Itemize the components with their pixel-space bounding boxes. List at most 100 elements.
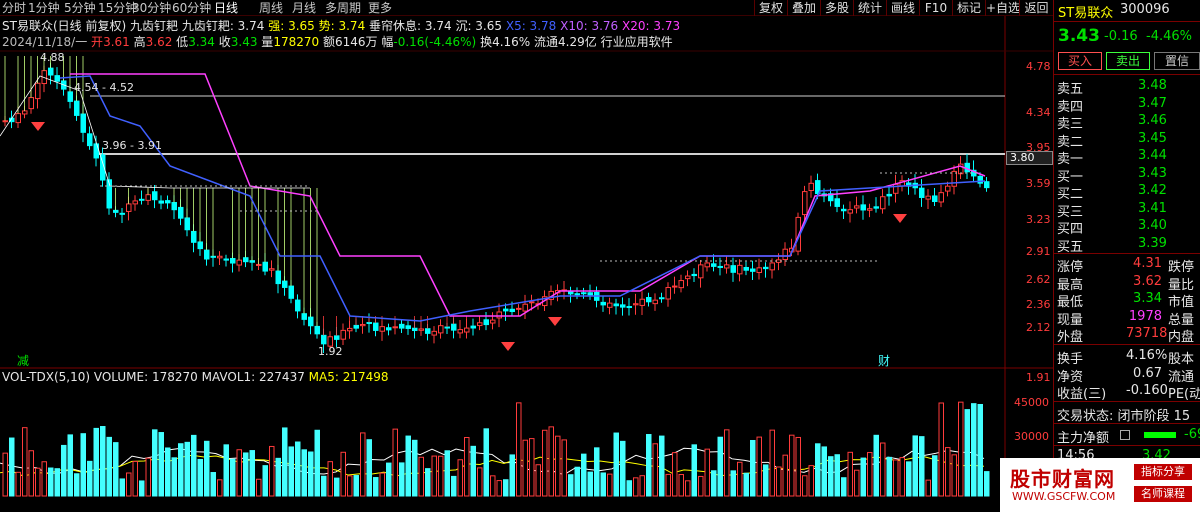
toolbar-button[interactable]: 统计 — [853, 0, 886, 16]
fin-value: 0.67 — [1133, 365, 1162, 381]
stat-value: 3.62 — [1133, 273, 1162, 289]
other-order-button[interactable]: 置信 — [1154, 52, 1200, 70]
volume-bar — [860, 457, 866, 497]
period-tab[interactable]: 60分钟 — [172, 0, 211, 16]
status-value: 垂帘休息: 3.74 — [369, 19, 452, 33]
industry: 行业应用软件 — [600, 35, 673, 49]
period-toolbar: 分时 1分钟 5分钟 15分钟 30分钟 60分钟 日线 周线 月线 多周期 更多 复权 叠加 多股 统计画… — [0, 0, 1053, 16]
volume-bar — [724, 429, 730, 497]
toolbar-button[interactable]: 返回 — [1019, 0, 1053, 16]
candle-body — [490, 319, 496, 324]
sell-button[interactable]: 卖出 — [1106, 52, 1150, 70]
orderbook-label: 买三 — [1057, 204, 1084, 220]
candle-body — [178, 206, 184, 219]
price-axis-label: 4.78 — [1026, 60, 1051, 73]
volume-bar — [171, 457, 177, 497]
candle-body — [639, 298, 645, 306]
fin-label2: PE(动 — [1168, 387, 1200, 402]
vol-indicator-name[interactable]: VOL-TDX(5,10) — [2, 370, 90, 384]
volume-bar — [41, 461, 47, 497]
candle-body — [67, 91, 73, 102]
volume-bar — [581, 453, 587, 497]
volume-bar — [529, 438, 535, 497]
finance-marker[interactable]: 财 — [878, 352, 890, 369]
toolbar-button[interactable]: 多股 — [820, 0, 853, 16]
volume-bar — [327, 461, 333, 497]
toolbar-button[interactable]: 画线 — [886, 0, 919, 16]
volume-bar — [152, 429, 158, 497]
candle-body — [217, 255, 223, 259]
volume-bar — [834, 454, 840, 497]
reduce-marker[interactable]: 减 — [17, 352, 29, 369]
volume-bar — [392, 428, 398, 497]
orderbook-label: 买五 — [1057, 239, 1084, 255]
indicator-lines — [0, 73, 986, 477]
volume-bar — [568, 474, 574, 497]
period-tab[interactable]: 周线 — [259, 0, 283, 16]
orderbook-price[interactable]: 3.41 — [1138, 201, 1167, 216]
current-price-tag: 3.80 — [1006, 151, 1053, 165]
price-axis-label: 3.23 — [1026, 213, 1051, 226]
orderbook-price[interactable]: 3.45 — [1138, 131, 1167, 146]
volume-bar — [457, 459, 463, 497]
candle-body — [451, 323, 457, 331]
open-label: 开 — [91, 35, 104, 49]
main-flow-toggle-icon[interactable] — [1120, 430, 1130, 440]
period-tab[interactable]: 分时 — [2, 0, 26, 16]
candle-body — [360, 323, 366, 327]
toolbar-button[interactable]: F10 — [919, 0, 952, 16]
main-flow-label: 主力净额 — [1057, 431, 1110, 446]
period-tab[interactable]: 5分钟 — [64, 0, 96, 16]
price-change-pct: -4.46% — [1146, 29, 1192, 44]
orderbook-price[interactable]: 3.40 — [1138, 218, 1167, 233]
volume-bar — [282, 427, 288, 497]
candle-body — [847, 209, 853, 214]
period-tab[interactable]: 30分钟 — [132, 0, 171, 16]
volume-bar — [984, 471, 990, 497]
stat-label: 最高 — [1057, 277, 1084, 293]
orderbook-price[interactable]: 3.42 — [1138, 183, 1167, 198]
volume-bar — [516, 402, 522, 497]
stat-value: 4.31 — [1133, 256, 1162, 271]
toolbar-button[interactable]: 标记 — [952, 0, 985, 16]
indicator-name[interactable]: 九齿钉耙 — [130, 19, 178, 33]
candle-body — [652, 299, 658, 305]
period-tab[interactable]: 更多 — [368, 0, 392, 16]
orderbook-label: 卖一 — [1057, 152, 1084, 167]
chg-label: 幅 — [381, 35, 394, 49]
kline-chart[interactable] — [0, 16, 1053, 512]
orderbook-price[interactable]: 3.48 — [1138, 78, 1167, 93]
orderbook-price[interactable]: 3.46 — [1138, 113, 1167, 128]
candle-body — [126, 203, 132, 212]
candle-body — [412, 327, 418, 332]
volume-bar — [399, 462, 405, 497]
period-tab[interactable]: 日线 — [214, 0, 238, 16]
vol-mavol1: MAVOL1: 227437 — [201, 370, 305, 384]
toolbar-button[interactable]: 复权 — [754, 0, 787, 16]
candle-body — [35, 82, 41, 100]
volume-bar — [464, 437, 470, 497]
orderbook-price[interactable]: 3.44 — [1138, 148, 1167, 163]
period-tab[interactable]: 1分钟 — [28, 0, 60, 16]
candle-body — [399, 323, 405, 329]
volume-bar — [938, 402, 944, 497]
volume-bar — [652, 443, 658, 497]
orderbook-price[interactable]: 3.43 — [1138, 166, 1167, 181]
toolbar-button[interactable]: 叠加 — [787, 0, 820, 16]
stock-code: 300096 — [1120, 2, 1170, 17]
candle-body — [262, 261, 268, 272]
volume-bar — [490, 475, 496, 497]
candle-body — [880, 196, 886, 210]
candle-body — [132, 200, 138, 205]
buy-button[interactable]: 买入 — [1058, 52, 1102, 70]
high-label: 高 — [133, 35, 146, 49]
candle-body — [54, 75, 60, 82]
toolbar-button[interactable]: +自选 — [985, 0, 1020, 16]
orderbook-price[interactable]: 3.47 — [1138, 96, 1167, 111]
vol-value: 178270 — [273, 35, 320, 49]
period-tab[interactable]: 月线 — [292, 0, 316, 16]
volume-bar — [418, 456, 424, 497]
signal-diamond-icon — [893, 214, 907, 223]
orderbook-price[interactable]: 3.39 — [1138, 236, 1167, 251]
period-tab[interactable]: 多周期 — [325, 0, 361, 16]
